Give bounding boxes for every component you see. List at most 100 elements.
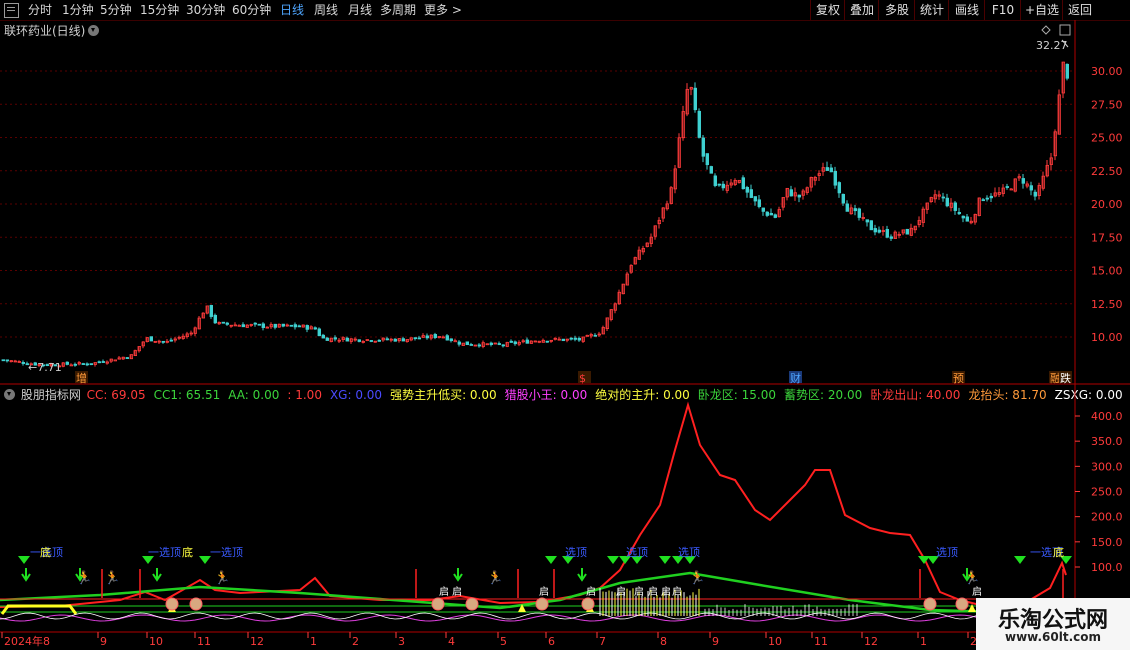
watermark-url: www.60lt.com — [1004, 630, 1102, 644]
candle — [217, 321, 221, 325]
price-tick: 12.50 — [1091, 298, 1123, 311]
candle — [837, 181, 841, 198]
candle — [933, 189, 937, 203]
runner-icon: 🏃 — [104, 570, 120, 586]
candle — [929, 196, 933, 203]
candle — [789, 185, 793, 197]
watermark: 乐淘公式网 www.60lt.com — [976, 598, 1130, 650]
low-price-label: ←7.71 — [28, 361, 62, 374]
candle — [341, 336, 345, 342]
candle — [521, 339, 525, 344]
candle — [761, 207, 765, 216]
indicator-tick: 150.0 — [1091, 536, 1123, 549]
candle — [329, 337, 333, 343]
candle — [993, 187, 997, 198]
candle — [173, 336, 177, 343]
white-line — [0, 612, 1071, 620]
candle — [813, 175, 817, 186]
candle — [413, 337, 417, 341]
candle — [485, 343, 489, 346]
qi-label: 启 — [634, 585, 644, 598]
event-mark: 增 — [76, 371, 87, 385]
candle — [301, 324, 305, 328]
ball-icon — [923, 597, 937, 611]
indicator-tick: 350.0 — [1091, 435, 1123, 448]
candle — [405, 339, 409, 343]
runner-icon: 🏃 — [964, 570, 980, 586]
candle — [133, 349, 137, 357]
candle — [389, 338, 393, 343]
candle — [669, 186, 673, 205]
candle — [713, 173, 717, 188]
candle — [841, 193, 845, 206]
time-label: 11 — [197, 635, 211, 648]
signal-label: 底 — [40, 545, 51, 559]
candle — [889, 234, 893, 241]
candle — [433, 332, 437, 340]
candle — [737, 179, 741, 184]
candle — [709, 165, 713, 174]
time-label: 9 — [100, 635, 107, 648]
indicator-tick: 300.0 — [1091, 460, 1123, 473]
candle — [465, 341, 469, 346]
candle — [757, 195, 761, 209]
candle — [129, 354, 133, 360]
time-label: 2024年8 — [4, 634, 50, 648]
price-tick: 17.50 — [1091, 231, 1123, 244]
signal-label: 底 — [1053, 545, 1064, 559]
candle — [769, 208, 773, 216]
candle — [277, 323, 281, 328]
signal-label: 一选顶 — [210, 546, 243, 559]
candle — [829, 164, 833, 173]
candle — [977, 197, 981, 217]
candle — [265, 326, 269, 329]
candle — [553, 337, 557, 341]
candle — [549, 339, 553, 343]
candle — [921, 206, 925, 228]
time-label: 10 — [768, 635, 782, 648]
candle — [393, 338, 397, 342]
candle — [785, 187, 789, 201]
candle — [205, 305, 209, 315]
time-label: 6 — [548, 635, 555, 648]
candle — [461, 342, 465, 346]
candle — [973, 213, 977, 225]
runner-icon: 🏃 — [214, 570, 230, 586]
candle — [677, 133, 681, 169]
candle — [941, 192, 945, 202]
qi-label: 启 — [586, 585, 596, 598]
candle — [545, 340, 549, 343]
candle — [161, 340, 165, 344]
time-label: 1 — [310, 635, 317, 648]
ball-icon — [535, 597, 549, 611]
candle — [305, 324, 309, 333]
candle — [377, 339, 381, 342]
candle — [569, 337, 573, 341]
runner-icon: 🏃 — [76, 570, 92, 586]
qi-label: 启 — [539, 585, 549, 598]
candle — [625, 271, 629, 286]
time-label: 11 — [814, 635, 828, 648]
candle — [361, 340, 365, 344]
candle — [777, 206, 781, 218]
candle — [877, 226, 881, 234]
candle — [237, 324, 241, 327]
indicator-tick: 200.0 — [1091, 511, 1123, 524]
candle — [1, 359, 5, 362]
candle — [165, 339, 169, 344]
chart-canvas[interactable]: 30.00 27.50 25.00 22.50 20.00 17.50 15.00 12.50… — [0, 0, 1130, 650]
down-triangle — [545, 556, 557, 564]
candle — [297, 324, 301, 328]
time-axis: 2024年8 9 10 11 12 1 2 3 4 5 6 7 8 9 10 11 12 1 2 — [1, 632, 977, 648]
candle — [369, 340, 373, 343]
candle — [5, 359, 9, 363]
candle — [1025, 181, 1029, 189]
candle — [685, 83, 689, 117]
ball-icon — [581, 597, 595, 611]
magenta-line — [0, 614, 1071, 622]
time-label: 8 — [660, 635, 667, 648]
candle — [797, 194, 801, 203]
price-tick: 25.00 — [1091, 132, 1123, 145]
candle — [817, 170, 821, 182]
candle — [261, 322, 265, 331]
